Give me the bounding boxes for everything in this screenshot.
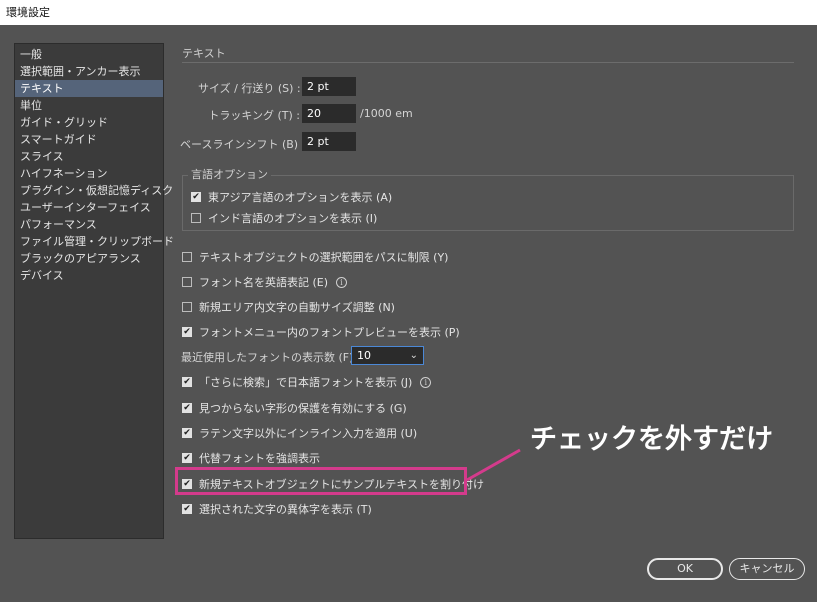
cancel-button[interactable]: キャンセル: [729, 558, 805, 580]
annotation-arrow-line: [466, 448, 521, 482]
ok-button[interactable]: OK: [647, 558, 723, 580]
text-preferences-panel: テキスト サイズ / 行送り (S) : トラッキング (T) : /1000 …: [0, 0, 817, 602]
annotation-text: チェックを外すだけ: [530, 424, 773, 455]
